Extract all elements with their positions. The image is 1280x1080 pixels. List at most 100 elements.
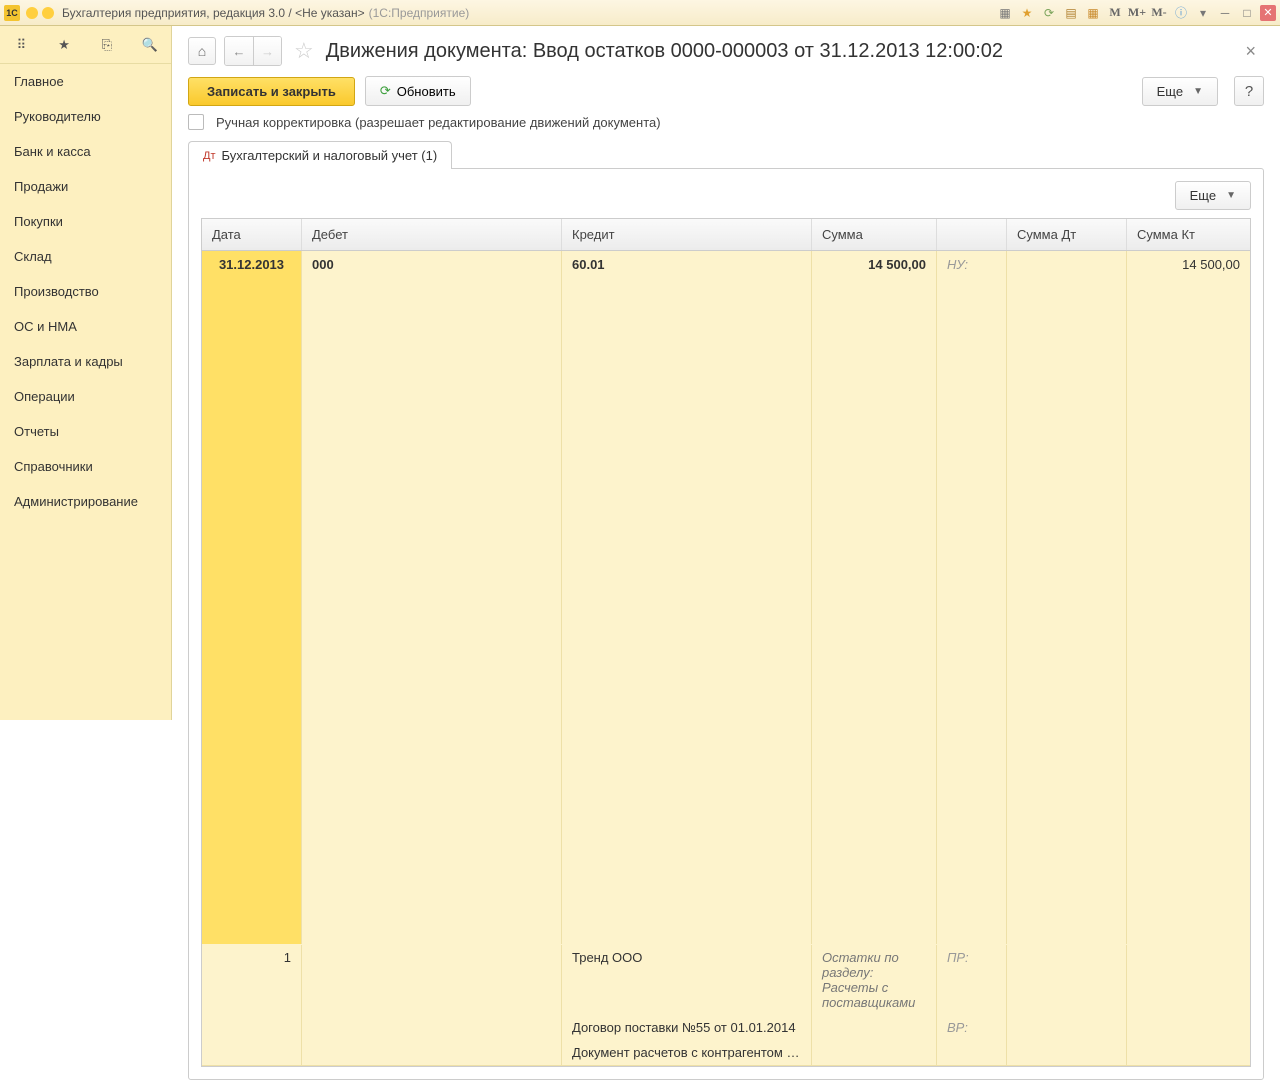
sidebar-item-purchases[interactable]: Покупки	[0, 204, 171, 239]
cell-credit-account: 60.01	[562, 251, 812, 944]
sidebar-item-catalogs[interactable]: Справочники	[0, 449, 171, 484]
memory-mminus-button[interactable]: М-	[1150, 4, 1168, 22]
memory-m-button[interactable]: М	[1106, 4, 1124, 22]
manual-correction-checkbox[interactable]	[188, 114, 204, 130]
main-layout: ⠿ ★ ⎘ 🔍 Главное Руководителю Банк и касс…	[0, 26, 1280, 720]
refresh-label: Обновить	[397, 84, 456, 99]
cell-note-cont	[812, 1015, 937, 1040]
nav-buttons: ← →	[224, 36, 282, 66]
minimize-icon[interactable]: ─	[1216, 4, 1234, 22]
sidebar-item-warehouse[interactable]: Склад	[0, 239, 171, 274]
window-titlebar: 1С Бухгалтерия предприятия, редакция 3.0…	[0, 0, 1280, 26]
tab-strip: Дт Бухгалтерский и налоговый учет (1)	[172, 140, 1280, 168]
nav-circle-forward-icon[interactable]	[42, 7, 54, 19]
th-sum-dt[interactable]: Сумма Дт	[1007, 219, 1127, 250]
sidebar-toolbar: ⠿ ★ ⎘ 🔍	[0, 26, 171, 64]
th-debit[interactable]: Дебет	[302, 219, 562, 250]
th-date[interactable]: Дата	[202, 219, 302, 250]
more-button[interactable]: Еще ▼	[1142, 77, 1218, 106]
panel-more-label: Еще	[1190, 188, 1216, 203]
titlebar-right: ▦ ★ ⟳ ▤ ▦ М М+ М- ⓘ ▾ ─ □ ✕	[996, 4, 1276, 22]
sidebar-item-bank[interactable]: Банк и касса	[0, 134, 171, 169]
save-close-button[interactable]: Записать и закрыть	[188, 77, 355, 106]
panel-more-button[interactable]: Еще ▼	[1175, 181, 1251, 210]
cell-credit-party: Тренд ООО	[562, 945, 812, 1015]
th-credit[interactable]: Кредит	[562, 219, 812, 250]
info-icon[interactable]: ⓘ	[1172, 4, 1190, 22]
cell-debit-sub1	[302, 945, 562, 1015]
sidebar-item-salary[interactable]: Зарплата и кадры	[0, 344, 171, 379]
grid-icon[interactable]: ▦	[996, 4, 1014, 22]
back-button[interactable]: ←	[225, 37, 253, 65]
sidebar-item-assets[interactable]: ОС и НМА	[0, 309, 171, 344]
cell-sum-dt	[1007, 251, 1127, 944]
cell-sum-kt-4	[1127, 1040, 1250, 1065]
refresh-icon: ⟳	[380, 83, 391, 99]
accounting-panel: Еще ▼ Дата Дебет Кредит Сумма Сумма Дт С…	[188, 168, 1264, 1080]
forward-button[interactable]: →	[253, 37, 281, 65]
ledger-icon: Дт	[203, 150, 216, 162]
memory-mplus-button[interactable]: М+	[1128, 4, 1146, 22]
calendar-icon[interactable]: ▦	[1084, 4, 1102, 22]
star-icon[interactable]: ★	[1018, 4, 1036, 22]
page-header: ⌂ ← → ☆ Движения документа: Ввод остатко…	[172, 26, 1280, 72]
toolbar: Записать и закрыть ⟳ Обновить Еще ▼ ?	[172, 72, 1280, 114]
more-label: Еще	[1157, 84, 1183, 99]
manual-correction-row: Ручная корректировка (разрешает редактир…	[172, 114, 1280, 140]
cell-blank2	[202, 1040, 302, 1065]
clipboard-icon[interactable]: ⎘	[97, 35, 117, 55]
apps-icon[interactable]: ⠿	[11, 35, 31, 55]
cell-sum-kt-3	[1127, 1015, 1250, 1040]
sidebar-item-main[interactable]: Главное	[0, 64, 171, 99]
th-indicator	[937, 219, 1007, 250]
close-icon[interactable]: ✕	[1260, 5, 1276, 21]
refresh-button[interactable]: ⟳ Обновить	[365, 76, 471, 106]
table-body[interactable]: 31.12.2013 000 60.01 14 500,00 НУ: 14 50…	[202, 251, 1250, 1066]
tab-accounting[interactable]: Дт Бухгалтерский и налоговый учет (1)	[188, 141, 452, 169]
cell-debit-account: 000	[302, 251, 562, 944]
manual-correction-label: Ручная корректировка (разрешает редактир…	[216, 115, 661, 130]
cell-note: Остатки по разделу: Расчеты с поставщика…	[812, 945, 937, 1015]
ledger-table: Дата Дебет Кредит Сумма Сумма Дт Сумма К…	[201, 218, 1251, 1067]
cell-row-number: 1	[202, 945, 302, 1015]
sidebar-item-reports[interactable]: Отчеты	[0, 414, 171, 449]
calc-icon[interactable]: ▤	[1062, 4, 1080, 22]
history-icon[interactable]: ⟳	[1040, 4, 1058, 22]
sidebar-item-operations[interactable]: Операции	[0, 379, 171, 414]
nav-circle-back-icon[interactable]	[26, 7, 38, 19]
cell-sum-dt-4	[1007, 1040, 1127, 1065]
dropdown-icon[interactable]: ▾	[1194, 4, 1212, 22]
content-area: ⌂ ← → ☆ Движения документа: Ввод остатко…	[172, 26, 1280, 720]
search-icon[interactable]: 🔍	[140, 35, 160, 55]
favorite-icon[interactable]: ★	[54, 35, 74, 55]
cell-indicator-vr: ВР:	[937, 1015, 1007, 1040]
sidebar-item-admin[interactable]: Администрирование	[0, 484, 171, 519]
panel-toolbar: Еще ▼	[201, 181, 1251, 210]
sidebar-item-production[interactable]: Производство	[0, 274, 171, 309]
table-row[interactable]: 31.12.2013 000 60.01 14 500,00 НУ: 14 50…	[202, 251, 1250, 1066]
favorite-star-icon[interactable]: ☆	[294, 38, 314, 64]
th-sum[interactable]: Сумма	[812, 219, 937, 250]
cell-blank	[202, 1015, 302, 1040]
cell-sum: 14 500,00	[812, 251, 937, 944]
cell-debit-sub2	[302, 1015, 562, 1040]
chevron-down-icon: ▼	[1193, 86, 1203, 97]
cell-credit-doc: Документ расчетов с контрагентом …	[562, 1040, 812, 1065]
window-subtitle: (1С:Предприятие)	[369, 6, 470, 20]
page-title: Движения документа: Ввод остатков 0000-0…	[326, 40, 1230, 63]
table-header: Дата Дебет Кредит Сумма Сумма Дт Сумма К…	[202, 219, 1250, 251]
app-icon: 1С	[4, 5, 20, 21]
sidebar-item-manager[interactable]: Руководителю	[0, 99, 171, 134]
window-title: Бухгалтерия предприятия, редакция 3.0 / …	[62, 6, 365, 20]
maximize-icon[interactable]: □	[1238, 4, 1256, 22]
cell-sum-kt-2	[1127, 945, 1250, 1015]
sidebar-item-sales[interactable]: Продажи	[0, 169, 171, 204]
chevron-down-icon: ▼	[1226, 190, 1236, 201]
sidebar: ⠿ ★ ⎘ 🔍 Главное Руководителю Банк и касс…	[0, 26, 172, 720]
cell-indicator-nu: НУ:	[937, 251, 1007, 944]
th-sum-kt[interactable]: Сумма Кт	[1127, 219, 1250, 250]
home-button[interactable]: ⌂	[188, 37, 216, 65]
cell-date: 31.12.2013	[202, 251, 302, 944]
page-close-button[interactable]: ×	[1237, 41, 1264, 62]
help-button[interactable]: ?	[1234, 76, 1264, 106]
